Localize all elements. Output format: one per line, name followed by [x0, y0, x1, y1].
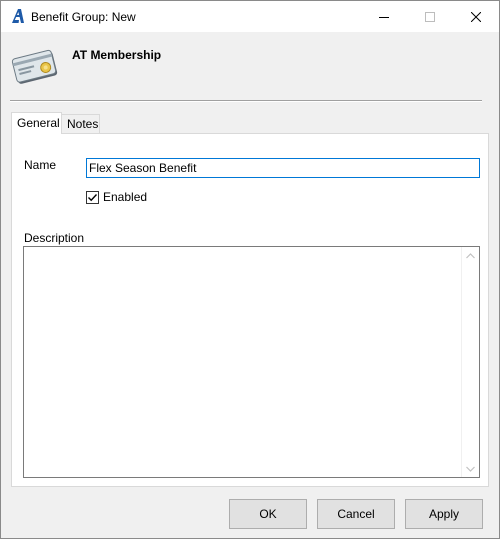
scroll-up-button[interactable]: [462, 247, 479, 264]
tab-notes[interactable]: Notes: [62, 114, 100, 134]
scroll-down-button[interactable]: [462, 460, 479, 477]
name-input[interactable]: [86, 158, 480, 178]
close-icon: [471, 11, 481, 22]
checkmark-icon: [88, 194, 98, 202]
window-title: Benefit Group: New: [31, 10, 136, 24]
membership-card-icon: [11, 49, 58, 84]
cancel-button[interactable]: Cancel: [317, 499, 395, 529]
name-label: Name: [24, 158, 57, 172]
title-bar[interactable]: Benefit Group: New: [1, 1, 499, 32]
description-textarea[interactable]: [23, 246, 480, 478]
dialog-header: AT Membership: [1, 32, 499, 102]
minimize-button[interactable]: [361, 1, 407, 32]
chevron-down-icon: [466, 466, 475, 472]
header-title: AT Membership: [72, 48, 162, 62]
maximize-icon: [425, 11, 435, 22]
description-label: Description: [24, 231, 85, 245]
chevron-up-icon: [466, 252, 475, 258]
apply-button[interactable]: Apply: [405, 499, 483, 529]
enabled-label[interactable]: Enabled: [103, 190, 147, 204]
aptify-logo-icon: [12, 9, 24, 23]
description-scrollbar[interactable]: [461, 247, 479, 477]
tab-general[interactable]: General: [11, 112, 62, 134]
maximize-button[interactable]: [407, 1, 453, 32]
dialog-window: Benefit Group: New AT Membership General…: [0, 0, 500, 539]
header-separator: [10, 100, 482, 102]
enabled-checkbox[interactable]: [86, 191, 99, 204]
close-button[interactable]: [453, 1, 499, 32]
minimize-icon: [379, 16, 389, 18]
ok-button[interactable]: OK: [229, 499, 307, 529]
